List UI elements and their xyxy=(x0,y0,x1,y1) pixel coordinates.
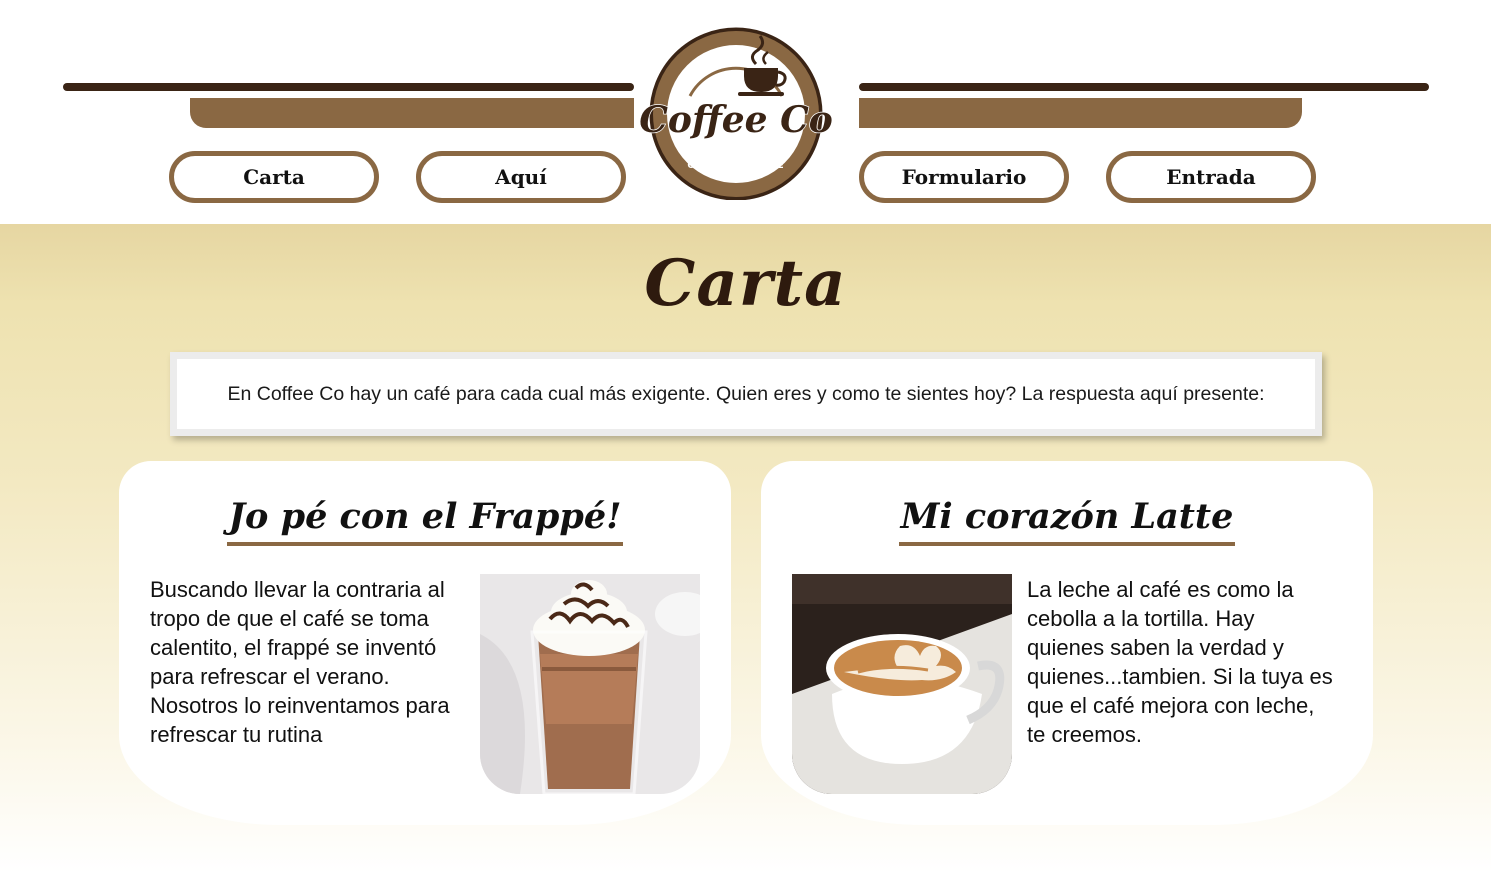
header-decor-line-left xyxy=(63,83,634,91)
card-title-frappe-text: Jo pé con el Frappé! xyxy=(226,494,624,546)
logo-tagline: ORIGINAL TASTE xyxy=(687,161,784,171)
frappe-photo xyxy=(480,574,700,794)
page-title: Carta xyxy=(644,246,847,321)
logo-wordmark: Coffee Co xyxy=(640,99,832,141)
card-title-latte: Mi corazón Latte xyxy=(761,494,1373,546)
header-decor-band-left xyxy=(190,98,634,128)
header-decor-band-right xyxy=(859,98,1302,128)
nav-aqui-button[interactable]: Aquí xyxy=(416,151,626,203)
nav-entrada-button[interactable]: Entrada xyxy=(1106,151,1316,203)
site-header: Carta Aquí Formulario Entrada Coffee Co … xyxy=(0,0,1491,224)
nav-carta-button[interactable]: Carta xyxy=(169,151,379,203)
card-text-latte: La leche al café es como la cebolla a la… xyxy=(1027,577,1333,747)
nav-formulario-button[interactable]: Formulario xyxy=(859,151,1069,203)
header-decor-line-right xyxy=(859,83,1429,91)
card-text-frappe: Buscando llevar la contraria al tropo de… xyxy=(150,577,450,747)
intro-text: En Coffee Co hay un café para cada cual … xyxy=(177,359,1315,429)
coffee-co-logo[interactable]: Coffee Co ORIGINAL TASTE xyxy=(639,20,833,201)
latte-photo xyxy=(792,574,1012,794)
card-title-latte-text: Mi corazón Latte xyxy=(898,494,1236,546)
card-title-frappe: Jo pé con el Frappé! xyxy=(119,494,731,546)
intro-box: En Coffee Co hay un café para cada cual … xyxy=(170,352,1322,436)
